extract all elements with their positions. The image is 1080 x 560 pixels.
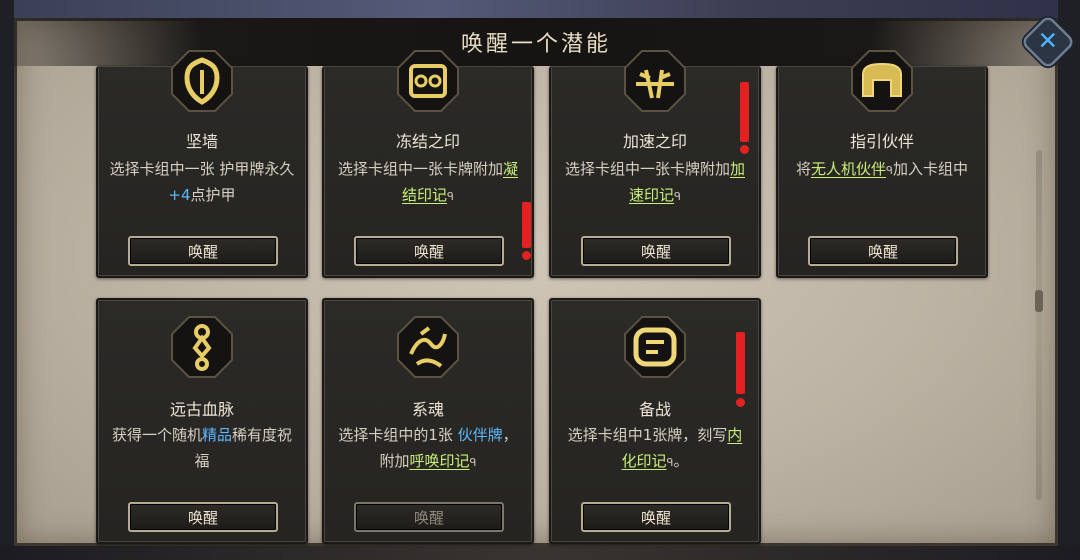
potential-card: 加速之印 选择卡组中一张卡牌附加加速印记ᑫ 唤醒 — [549, 50, 761, 278]
description-text: 获得一个随机 — [111, 426, 202, 444]
description-text: 永久 — [264, 160, 295, 178]
card-title: 冻结之印 — [395, 132, 460, 151]
awaken-button[interactable]: 唤醒 — [581, 236, 731, 266]
freeze-seal-icon — [395, 48, 461, 114]
ancient-bloodline-icon — [169, 314, 235, 380]
potential-card: 远古血脉 获得一个随机精品稀有度祝福 唤醒 — [96, 298, 308, 544]
description-text: 选择卡组中一张卡牌附加 — [337, 160, 503, 178]
card-description: 将无人机伙伴ᑫ加入卡组中 — [788, 156, 976, 184]
card-description: 选择卡组中一张 护甲牌永久 +4点护甲 — [108, 156, 296, 208]
description-text: 将 — [796, 160, 812, 178]
keyword-link[interactable]: 无人机伙伴 — [811, 160, 886, 178]
card-description: 选择卡组中的1张 伙伴牌，附加呼唤印记ᑫ — [334, 422, 522, 476]
new-alert-dot-icon — [736, 398, 745, 407]
soul-bind-icon — [395, 314, 461, 380]
potential-card-grid: 坚墙 选择卡组中一张 护甲牌永久 +4点护甲 唤醒 冻结之印 选择卡组中一张卡牌附… — [0, 0, 1080, 560]
description-text: 选择卡组中一张 — [109, 160, 220, 178]
card-description: 选择卡组中一张卡牌附加加速印记ᑫ — [561, 156, 749, 210]
potential-card: 坚墙 选择卡组中一张 护甲牌永久 +4点护甲 唤醒 — [96, 50, 308, 278]
description-text: 护甲牌 — [219, 160, 265, 178]
description-text: 选择卡组中的1张 — [338, 426, 458, 444]
keyword-highlight: 精品 — [201, 426, 232, 444]
new-alert-dot-icon — [522, 251, 531, 260]
potential-card: 指引伙伴 将无人机伙伴ᑫ加入卡组中 唤醒 — [776, 50, 988, 278]
description-text: 选择卡组中1张牌，刻写 — [567, 426, 728, 444]
card-title: 加速之印 — [622, 132, 687, 151]
keyword-link[interactable]: 呼唤印记 — [410, 452, 470, 470]
new-alert-icon — [736, 332, 745, 394]
awaken-button[interactable]: 唤醒 — [354, 236, 504, 266]
awaken-button[interactable]: 唤醒 — [128, 236, 278, 266]
card-description: 选择卡组中1张牌，刻写内化印记ᑫ。 — [561, 422, 749, 476]
potential-card: 备战 选择卡组中1张牌，刻写内化印记ᑫ。 唤醒 — [549, 298, 761, 544]
awaken-button[interactable]: 唤醒 — [581, 502, 731, 532]
new-alert-dot-icon — [740, 145, 749, 154]
card-title: 远古血脉 — [169, 400, 234, 419]
card-description: 获得一个随机精品稀有度祝福 — [108, 422, 296, 474]
card-title: 指引伙伴 — [849, 132, 914, 151]
tooltip-hint-icon[interactable]: ᑫ — [886, 164, 893, 177]
potential-card: 冻结之印 选择卡组中一张卡牌附加凝结印记ᑫ 唤醒 — [322, 50, 534, 278]
card-description: 选择卡组中一张卡牌附加凝结印记ᑫ — [334, 156, 522, 210]
potential-card: 系魂 选择卡组中的1张 伙伴牌，附加呼唤印记ᑫ 唤醒 — [322, 298, 534, 544]
keyword-highlight: +4 — [168, 186, 191, 204]
tooltip-hint-icon[interactable]: ᑫ — [674, 190, 681, 203]
card-title: 系魂 — [411, 400, 444, 419]
awaken-button-disabled[interactable]: 唤醒 — [354, 502, 504, 532]
prepare-battle-icon — [622, 314, 688, 380]
card-title: 备战 — [638, 400, 671, 419]
description-text: 加入卡组中 — [892, 160, 968, 178]
tooltip-hint-icon[interactable]: ᑫ — [470, 456, 477, 469]
new-alert-icon — [740, 82, 749, 142]
awaken-button[interactable]: 唤醒 — [808, 236, 958, 266]
haste-seal-icon — [622, 48, 688, 114]
wall-shield-icon — [169, 48, 235, 114]
description-text: 选择卡组中一张卡牌附加 — [564, 160, 730, 178]
tooltip-hint-icon[interactable]: ᑫ — [447, 190, 454, 203]
new-alert-icon — [522, 202, 531, 248]
description-text: 点护甲 — [190, 186, 236, 204]
awaken-button[interactable]: 唤醒 — [128, 502, 278, 532]
card-title: 坚墙 — [185, 132, 218, 151]
guide-companion-icon — [849, 48, 915, 114]
description-text: 。 — [673, 452, 689, 470]
keyword-highlight: 伙伴牌 — [457, 426, 503, 444]
